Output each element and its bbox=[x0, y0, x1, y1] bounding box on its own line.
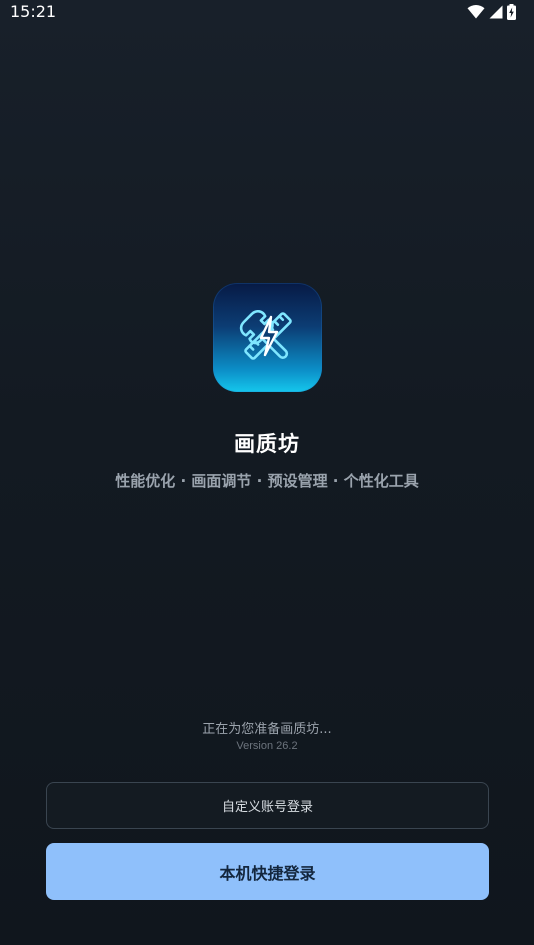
status-bar: 15:21 bbox=[0, 0, 534, 24]
loading-message: 正在为您准备画质坊... bbox=[202, 722, 332, 737]
status-icons bbox=[467, 4, 516, 20]
quick-login-button[interactable]: 本机快捷登录 bbox=[46, 843, 489, 900]
app-title: 画质坊 bbox=[234, 432, 300, 456]
wrench-ruler-bolt-icon bbox=[235, 303, 301, 373]
cellular-signal-icon bbox=[489, 5, 503, 19]
splash-screen: 15:21 画质坊 性能优化 · 画面调节 · 预设管理 · 个性化工具 正在为… bbox=[0, 0, 534, 945]
app-subtitle: 性能优化 · 画面调节 · 预设管理 · 个性化工具 bbox=[115, 472, 419, 490]
app-logo bbox=[213, 283, 322, 392]
status-time: 15:21 bbox=[10, 2, 57, 21]
custom-account-login-button[interactable]: 自定义账号登录 bbox=[46, 782, 489, 829]
wifi-icon bbox=[467, 5, 485, 19]
battery-charging-icon bbox=[507, 4, 516, 20]
version-label: Version 26.2 bbox=[236, 740, 298, 752]
